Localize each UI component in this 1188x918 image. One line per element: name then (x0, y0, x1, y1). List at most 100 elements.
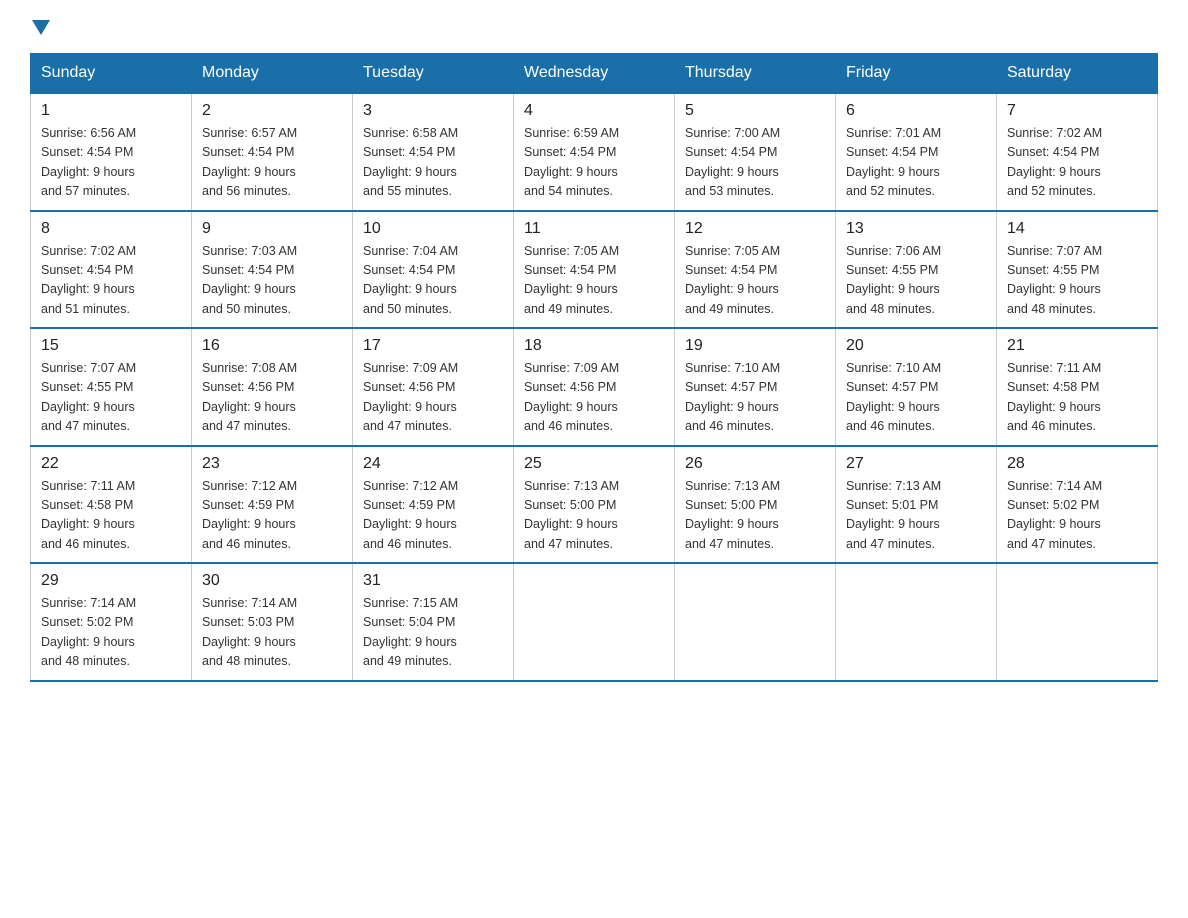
calendar-cell (997, 563, 1158, 681)
calendar-cell: 20 Sunrise: 7:10 AM Sunset: 4:57 PM Dayl… (836, 328, 997, 446)
day-info: Sunrise: 7:11 AM Sunset: 4:58 PM Dayligh… (1007, 359, 1147, 437)
calendar-cell: 31 Sunrise: 7:15 AM Sunset: 5:04 PM Dayl… (353, 563, 514, 681)
day-number: 13 (846, 220, 986, 238)
day-info: Sunrise: 7:13 AM Sunset: 5:00 PM Dayligh… (685, 477, 825, 555)
day-number: 8 (41, 220, 181, 238)
calendar-cell (514, 563, 675, 681)
day-number: 6 (846, 102, 986, 120)
calendar-week-row: 15 Sunrise: 7:07 AM Sunset: 4:55 PM Dayl… (31, 328, 1158, 446)
day-number: 3 (363, 102, 503, 120)
day-info: Sunrise: 7:10 AM Sunset: 4:57 PM Dayligh… (685, 359, 825, 437)
day-number: 18 (524, 337, 664, 355)
day-number: 9 (202, 220, 342, 238)
day-number: 15 (41, 337, 181, 355)
calendar-day-header: Tuesday (353, 54, 514, 94)
day-number: 11 (524, 220, 664, 238)
calendar-cell: 11 Sunrise: 7:05 AM Sunset: 4:54 PM Dayl… (514, 211, 675, 329)
day-number: 22 (41, 455, 181, 473)
calendar-cell: 10 Sunrise: 7:04 AM Sunset: 4:54 PM Dayl… (353, 211, 514, 329)
day-number: 17 (363, 337, 503, 355)
day-info: Sunrise: 7:03 AM Sunset: 4:54 PM Dayligh… (202, 242, 342, 320)
logo-triangle-icon (32, 20, 50, 35)
calendar-cell: 5 Sunrise: 7:00 AM Sunset: 4:54 PM Dayli… (675, 93, 836, 211)
day-number: 25 (524, 455, 664, 473)
day-number: 12 (685, 220, 825, 238)
day-number: 20 (846, 337, 986, 355)
calendar-cell: 7 Sunrise: 7:02 AM Sunset: 4:54 PM Dayli… (997, 93, 1158, 211)
calendar-cell: 27 Sunrise: 7:13 AM Sunset: 5:01 PM Dayl… (836, 446, 997, 564)
calendar-week-row: 29 Sunrise: 7:14 AM Sunset: 5:02 PM Dayl… (31, 563, 1158, 681)
calendar-cell: 22 Sunrise: 7:11 AM Sunset: 4:58 PM Dayl… (31, 446, 192, 564)
calendar-week-row: 22 Sunrise: 7:11 AM Sunset: 4:58 PM Dayl… (31, 446, 1158, 564)
calendar-cell: 3 Sunrise: 6:58 AM Sunset: 4:54 PM Dayli… (353, 93, 514, 211)
calendar-day-header: Wednesday (514, 54, 675, 94)
day-info: Sunrise: 7:15 AM Sunset: 5:04 PM Dayligh… (363, 594, 503, 672)
day-info: Sunrise: 7:13 AM Sunset: 5:01 PM Dayligh… (846, 477, 986, 555)
day-number: 2 (202, 102, 342, 120)
day-info: Sunrise: 6:59 AM Sunset: 4:54 PM Dayligh… (524, 124, 664, 202)
page-header (30, 20, 1158, 35)
day-info: Sunrise: 7:05 AM Sunset: 4:54 PM Dayligh… (685, 242, 825, 320)
day-number: 14 (1007, 220, 1147, 238)
calendar-cell: 13 Sunrise: 7:06 AM Sunset: 4:55 PM Dayl… (836, 211, 997, 329)
calendar-day-header: Sunday (31, 54, 192, 94)
logo (30, 20, 50, 35)
calendar-cell: 25 Sunrise: 7:13 AM Sunset: 5:00 PM Dayl… (514, 446, 675, 564)
calendar-week-row: 8 Sunrise: 7:02 AM Sunset: 4:54 PM Dayli… (31, 211, 1158, 329)
day-number: 26 (685, 455, 825, 473)
calendar-cell: 26 Sunrise: 7:13 AM Sunset: 5:00 PM Dayl… (675, 446, 836, 564)
calendar-cell: 9 Sunrise: 7:03 AM Sunset: 4:54 PM Dayli… (192, 211, 353, 329)
calendar-cell: 18 Sunrise: 7:09 AM Sunset: 4:56 PM Dayl… (514, 328, 675, 446)
day-number: 31 (363, 572, 503, 590)
calendar-day-header: Monday (192, 54, 353, 94)
day-number: 29 (41, 572, 181, 590)
calendar-header-row: SundayMondayTuesdayWednesdayThursdayFrid… (31, 54, 1158, 94)
day-info: Sunrise: 7:02 AM Sunset: 4:54 PM Dayligh… (1007, 124, 1147, 202)
calendar-cell: 16 Sunrise: 7:08 AM Sunset: 4:56 PM Dayl… (192, 328, 353, 446)
day-info: Sunrise: 6:58 AM Sunset: 4:54 PM Dayligh… (363, 124, 503, 202)
calendar-cell: 30 Sunrise: 7:14 AM Sunset: 5:03 PM Dayl… (192, 563, 353, 681)
calendar-cell: 2 Sunrise: 6:57 AM Sunset: 4:54 PM Dayli… (192, 93, 353, 211)
day-info: Sunrise: 7:04 AM Sunset: 4:54 PM Dayligh… (363, 242, 503, 320)
day-info: Sunrise: 7:05 AM Sunset: 4:54 PM Dayligh… (524, 242, 664, 320)
calendar-cell: 4 Sunrise: 6:59 AM Sunset: 4:54 PM Dayli… (514, 93, 675, 211)
calendar-day-header: Saturday (997, 54, 1158, 94)
day-info: Sunrise: 7:06 AM Sunset: 4:55 PM Dayligh… (846, 242, 986, 320)
calendar-cell: 17 Sunrise: 7:09 AM Sunset: 4:56 PM Dayl… (353, 328, 514, 446)
calendar-cell: 28 Sunrise: 7:14 AM Sunset: 5:02 PM Dayl… (997, 446, 1158, 564)
day-info: Sunrise: 7:12 AM Sunset: 4:59 PM Dayligh… (202, 477, 342, 555)
day-info: Sunrise: 7:11 AM Sunset: 4:58 PM Dayligh… (41, 477, 181, 555)
day-number: 4 (524, 102, 664, 120)
day-info: Sunrise: 7:00 AM Sunset: 4:54 PM Dayligh… (685, 124, 825, 202)
day-info: Sunrise: 7:13 AM Sunset: 5:00 PM Dayligh… (524, 477, 664, 555)
calendar-cell: 24 Sunrise: 7:12 AM Sunset: 4:59 PM Dayl… (353, 446, 514, 564)
day-info: Sunrise: 7:14 AM Sunset: 5:03 PM Dayligh… (202, 594, 342, 672)
calendar-day-header: Thursday (675, 54, 836, 94)
day-info: Sunrise: 7:09 AM Sunset: 4:56 PM Dayligh… (524, 359, 664, 437)
calendar-week-row: 1 Sunrise: 6:56 AM Sunset: 4:54 PM Dayli… (31, 93, 1158, 211)
calendar-cell: 8 Sunrise: 7:02 AM Sunset: 4:54 PM Dayli… (31, 211, 192, 329)
calendar-cell: 23 Sunrise: 7:12 AM Sunset: 4:59 PM Dayl… (192, 446, 353, 564)
calendar-cell: 1 Sunrise: 6:56 AM Sunset: 4:54 PM Dayli… (31, 93, 192, 211)
day-info: Sunrise: 7:01 AM Sunset: 4:54 PM Dayligh… (846, 124, 986, 202)
day-number: 5 (685, 102, 825, 120)
day-number: 24 (363, 455, 503, 473)
day-number: 19 (685, 337, 825, 355)
day-info: Sunrise: 7:08 AM Sunset: 4:56 PM Dayligh… (202, 359, 342, 437)
calendar-cell: 14 Sunrise: 7:07 AM Sunset: 4:55 PM Dayl… (997, 211, 1158, 329)
day-info: Sunrise: 7:07 AM Sunset: 4:55 PM Dayligh… (41, 359, 181, 437)
day-number: 21 (1007, 337, 1147, 355)
day-info: Sunrise: 7:07 AM Sunset: 4:55 PM Dayligh… (1007, 242, 1147, 320)
calendar-cell: 21 Sunrise: 7:11 AM Sunset: 4:58 PM Dayl… (997, 328, 1158, 446)
calendar-table: SundayMondayTuesdayWednesdayThursdayFrid… (30, 53, 1158, 682)
calendar-cell: 12 Sunrise: 7:05 AM Sunset: 4:54 PM Dayl… (675, 211, 836, 329)
calendar-cell (675, 563, 836, 681)
day-info: Sunrise: 6:57 AM Sunset: 4:54 PM Dayligh… (202, 124, 342, 202)
day-info: Sunrise: 7:10 AM Sunset: 4:57 PM Dayligh… (846, 359, 986, 437)
day-info: Sunrise: 7:09 AM Sunset: 4:56 PM Dayligh… (363, 359, 503, 437)
calendar-cell (836, 563, 997, 681)
day-info: Sunrise: 7:12 AM Sunset: 4:59 PM Dayligh… (363, 477, 503, 555)
day-number: 23 (202, 455, 342, 473)
day-number: 16 (202, 337, 342, 355)
calendar-cell: 29 Sunrise: 7:14 AM Sunset: 5:02 PM Dayl… (31, 563, 192, 681)
